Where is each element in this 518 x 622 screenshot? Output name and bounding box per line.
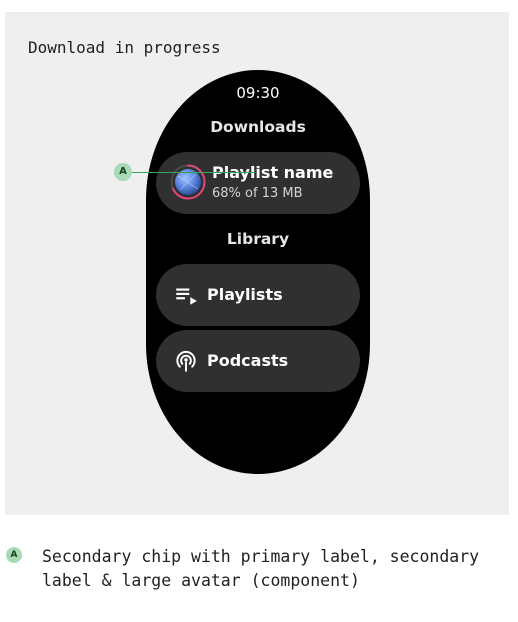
podcasts-label: Podcasts bbox=[207, 351, 289, 370]
clock-time: 09:30 bbox=[236, 84, 280, 102]
legend-marker: A bbox=[6, 547, 22, 563]
download-chip[interactable]: Playlist name 68% of 13 MB bbox=[156, 152, 360, 214]
playlists-chip[interactable]: Playlists bbox=[156, 264, 360, 326]
podcasts-chip[interactable]: Podcasts bbox=[156, 330, 360, 392]
preview-panel: Download in progress 09:30 Downloads Pla… bbox=[5, 12, 509, 515]
playlists-label: Playlists bbox=[207, 285, 283, 304]
downloads-heading: Downloads bbox=[210, 118, 306, 136]
legend-description: Secondary chip with primary label, secon… bbox=[42, 547, 480, 590]
chip-secondary-label: 68% of 13 MB bbox=[212, 186, 303, 201]
album-art-avatar bbox=[170, 164, 206, 200]
callout-line bbox=[131, 172, 255, 173]
podcast-icon bbox=[173, 348, 199, 374]
progress-avatar-graphic bbox=[170, 164, 206, 200]
annotation-marker: A bbox=[114, 163, 132, 181]
watch-screen: 09:30 Downloads Playlist name 68% of 13 … bbox=[146, 70, 370, 474]
panel-title: Download in progress bbox=[28, 38, 221, 57]
library-heading: Library bbox=[226, 230, 290, 248]
playlist-icon bbox=[173, 282, 199, 308]
